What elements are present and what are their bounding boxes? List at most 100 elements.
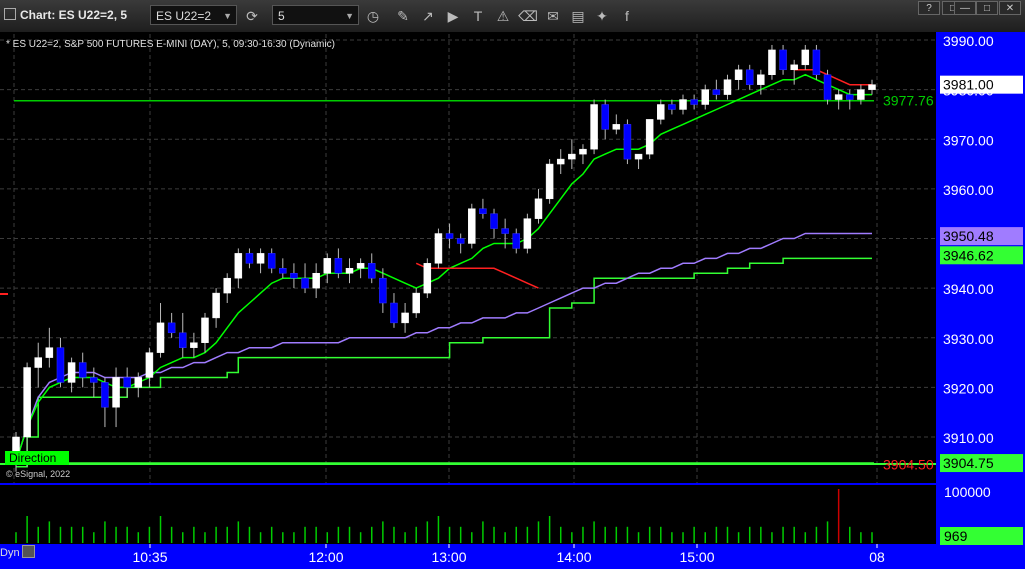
lock-icon[interactable] — [21, 545, 35, 558]
candle-up — [801, 49, 810, 66]
candle-up — [223, 277, 231, 294]
time-tick-label: 10:35 — [132, 549, 167, 565]
candle-down — [101, 382, 109, 408]
dyn-label: Dyn — [0, 547, 20, 559]
candle-up — [679, 99, 687, 110]
trend-icon[interactable]: ↗ — [418, 6, 438, 26]
price-chart[interactable]: 3990.003980.003970.003960.003950.003940.… — [0, 32, 1025, 569]
dyn-toggle[interactable]: Dyn — [0, 545, 44, 565]
candle-up — [145, 352, 154, 378]
candle-up — [468, 208, 476, 244]
candle-down — [690, 99, 698, 105]
volume-axis-label: 100000 — [944, 484, 991, 500]
candle-up — [34, 357, 42, 368]
candle-up — [834, 94, 843, 100]
help-button[interactable]: ? — [918, 1, 940, 15]
window-icon — [4, 8, 16, 20]
candle-up — [134, 377, 143, 388]
price-tick-label: 3920.00 — [943, 380, 994, 396]
candle-up — [112, 377, 120, 408]
symbol-input[interactable]: ES U22=2 ▼ — [150, 5, 237, 25]
price-label-text: 3950.48 — [943, 228, 994, 244]
price-tick-label: 3970.00 — [943, 132, 994, 148]
pencil-icon[interactable]: ✎ — [393, 6, 413, 26]
candle-up — [256, 253, 265, 264]
copyright-text: © eSignal, 2022 — [6, 469, 71, 479]
candle-down — [123, 377, 131, 388]
eraser-icon[interactable]: ⌫ — [518, 6, 538, 26]
time-tick-label: 12:00 — [308, 549, 343, 565]
candle-up — [534, 198, 543, 219]
volume-axis-label: 969 — [944, 528, 968, 544]
price-tick-label: 3930.00 — [943, 331, 994, 347]
play-icon[interactable]: ▶ — [443, 6, 463, 26]
candle-down — [379, 277, 387, 304]
candle-up — [156, 322, 165, 353]
volume-separator — [0, 483, 936, 485]
candle-down — [245, 253, 254, 264]
interval-value: 5 — [278, 9, 285, 23]
candle-up — [768, 49, 776, 75]
candle-down — [279, 268, 287, 274]
chat-icon-2[interactable]: ▤ — [568, 6, 588, 26]
candle-up — [312, 272, 320, 289]
candle-down — [267, 253, 276, 269]
candle-up — [579, 148, 587, 155]
candle-down — [823, 74, 832, 100]
chart-window-title: Chart: ES U22=2, 5 — [4, 8, 127, 22]
candle-down — [179, 332, 187, 348]
price-label-text: 3981.00 — [943, 77, 994, 93]
candle-up — [434, 233, 443, 264]
candle-down — [167, 322, 176, 334]
facebook-icon[interactable]: f — [617, 6, 637, 26]
interval-input[interactable]: 5 ▼ — [272, 5, 359, 25]
candle-down — [390, 302, 398, 324]
refresh-icon[interactable]: ⟳ — [242, 6, 262, 26]
candle-up — [12, 436, 20, 453]
chevron-down-icon[interactable]: ▼ — [345, 6, 354, 26]
candle-up — [423, 263, 432, 294]
candle-down — [479, 208, 487, 214]
candle-down — [367, 263, 376, 279]
candle-up — [657, 104, 665, 120]
clock-icon[interactable]: ◷ — [363, 6, 383, 26]
candle-up — [412, 292, 420, 314]
candle-up — [356, 263, 365, 269]
candle-up — [345, 268, 354, 274]
maximize-button[interactable]: □ — [976, 1, 998, 15]
candle-up — [401, 312, 409, 324]
candle-down — [501, 228, 509, 234]
candle-up — [757, 74, 765, 85]
candle-up — [590, 104, 598, 150]
price-label-text: 3904.75 — [943, 455, 994, 471]
candle-down — [601, 104, 609, 130]
minimize-button[interactable]: — — [954, 1, 976, 15]
chart-background — [0, 32, 1025, 569]
candle-up — [523, 218, 532, 249]
price-tick-label: 3940.00 — [943, 281, 994, 297]
time-tick-label: 08 — [869, 549, 885, 565]
candle-down — [334, 258, 343, 274]
candle-up — [857, 89, 865, 100]
chevron-down-icon[interactable]: ▼ — [223, 6, 232, 26]
price-tick-label: 3990.00 — [943, 33, 994, 49]
candle-down — [668, 104, 676, 110]
candle-down — [56, 347, 65, 383]
candle-down — [78, 362, 87, 378]
text-icon[interactable]: T — [468, 6, 488, 26]
twitter-icon[interactable]: ✦ — [592, 6, 612, 26]
alert-icon[interactable]: ⚠ — [493, 6, 513, 26]
candle-up — [723, 79, 732, 95]
chat-icon[interactable]: ✉ — [543, 6, 563, 26]
candle-down — [445, 233, 454, 239]
price-label-text: 3977.76 — [883, 93, 934, 109]
direction-label: Direction — [5, 451, 69, 465]
candle-up — [234, 253, 243, 279]
price-tick-label: 3910.00 — [943, 430, 994, 446]
candle-down — [490, 213, 498, 229]
candle-down — [456, 238, 465, 244]
candle-up — [612, 124, 621, 130]
candle-down — [812, 49, 821, 75]
close-button[interactable]: ✕ — [999, 1, 1021, 15]
chart-header: * ES U22=2, S&P 500 FUTURES E-MINI (DAY)… — [6, 39, 335, 50]
